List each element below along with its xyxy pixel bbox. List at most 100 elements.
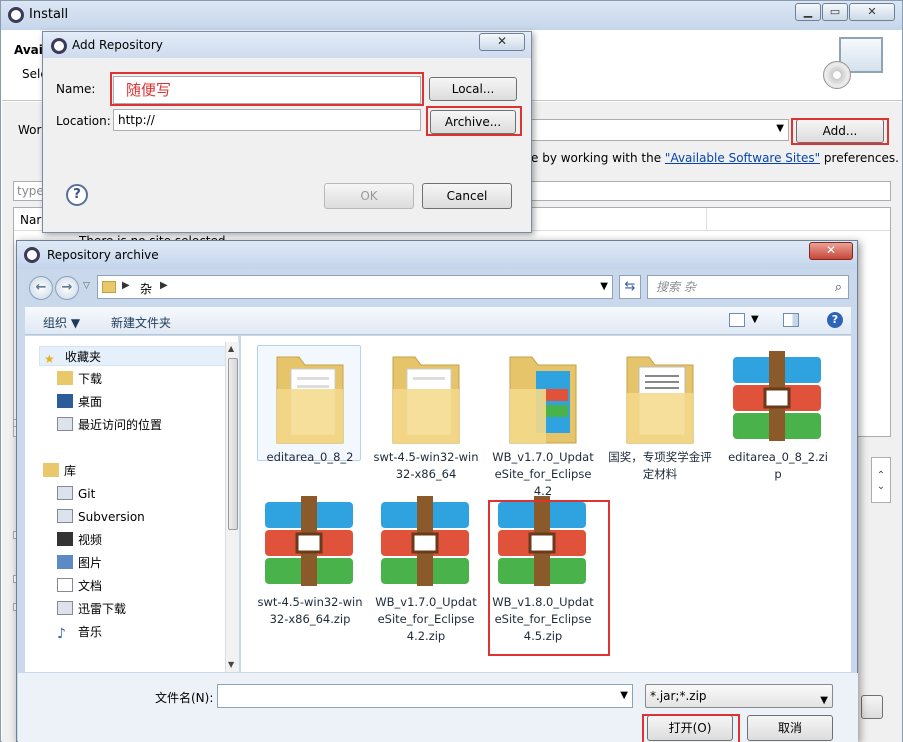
- file-item[interactable]: WB_v1.7.0_UpdateSite_for_Eclipse4.2.zip: [373, 490, 479, 643]
- search-placeholder: 搜索 杂: [656, 280, 696, 294]
- add-repository-titlebar: Add Repository ✕: [43, 32, 531, 58]
- documents-icon: [57, 578, 73, 592]
- nav-item-videos[interactable]: 视频: [57, 530, 102, 550]
- location-label: Location:: [56, 114, 111, 128]
- chevron-down-icon: ▼: [776, 123, 784, 134]
- file-label: WB_v1.7.0_UpdateSite_for_Eclipse4.2.zip: [375, 595, 477, 643]
- recent-places-icon: [57, 417, 73, 431]
- view-options-icon[interactable]: [729, 313, 745, 327]
- chevron-down-icon[interactable]: ▼: [600, 281, 608, 292]
- archive-titlebar: Repository archive ✕: [17, 241, 857, 269]
- nav-label: 视频: [78, 533, 103, 547]
- nav-label: 下载: [78, 372, 103, 386]
- nav-item-pictures[interactable]: 图片: [57, 553, 102, 573]
- file-label: 国奖，专项奖学金评定材料: [608, 450, 712, 481]
- search-input[interactable]: 搜索 杂 ⌕: [647, 275, 849, 299]
- sites-hint-prefix: e by working with the: [531, 151, 665, 165]
- nav-item-documents[interactable]: 文档: [57, 576, 102, 596]
- nav-scrollbar[interactable]: ▲ ▼: [225, 342, 239, 672]
- sites-hint: e by working with the "Available Softwar…: [531, 151, 899, 165]
- nav-label: 最近访问的位置: [78, 418, 163, 432]
- ok-button[interactable]: OK: [324, 183, 414, 209]
- forward-button[interactable]: →: [55, 276, 79, 300]
- back-button[interactable]: ←: [29, 276, 53, 300]
- filename-label: 文件名(N):: [155, 691, 214, 705]
- nav-favorites[interactable]: ★ 收藏夹: [39, 346, 231, 366]
- chevron-right-icon[interactable]: ▶: [122, 280, 130, 291]
- install-titlebar: Install ▁ ▭ ✕: [1, 1, 902, 30]
- cancel-button[interactable]: 取消: [747, 715, 833, 741]
- nav-item-recent[interactable]: 最近访问的位置: [57, 415, 162, 435]
- nav-item-downloads[interactable]: 下载: [57, 369, 102, 389]
- chevron-right-icon[interactable]: ▶: [160, 280, 168, 291]
- nav-item-desktop[interactable]: 桌面: [57, 392, 102, 412]
- highlight-box: [642, 714, 740, 742]
- nav-label: 音乐: [78, 625, 103, 639]
- scrollbar-thumb[interactable]: [228, 358, 238, 530]
- file-item[interactable]: swt-4.5-win32-win32-x86_64.zip: [257, 490, 363, 626]
- library-folder-icon: [57, 509, 73, 523]
- location-field[interactable]: http://: [113, 109, 421, 131]
- work-with-label: Wor: [18, 123, 42, 137]
- music-icon: ♪: [57, 626, 66, 642]
- help-icon[interactable]: ?: [827, 312, 843, 328]
- file-item[interactable]: WB_v1.7.0_UpdateSite_for_Eclipse4.2: [490, 345, 596, 498]
- nav-item-subversion[interactable]: Subversion: [57, 507, 145, 527]
- command-bar: 组织 ▼ 新建文件夹 ▼ ?: [25, 307, 851, 335]
- install-title: Install: [29, 7, 69, 22]
- highlight-box: [426, 106, 522, 136]
- file-type-filter[interactable]: *.jar;*.zip ▼: [645, 684, 833, 708]
- highlight-box: [488, 500, 610, 656]
- nav-item-music[interactable]: ♪ 音乐: [57, 622, 102, 642]
- archive-icon: [265, 496, 353, 586]
- eclipse-icon: [8, 7, 24, 23]
- repository-archive-dialog: Repository archive ✕ ← → ▽ ▶ 杂 ▶ ▼ ⇆ 搜索 …: [16, 240, 858, 742]
- archive-icon: [381, 496, 469, 586]
- help-icon[interactable]: ?: [66, 184, 88, 206]
- wizard-button[interactable]: [861, 695, 883, 719]
- file-label: swt-4.5-win32-win32-x86_64.zip: [257, 595, 363, 626]
- close-button[interactable]: ✕: [479, 33, 525, 51]
- organize-menu[interactable]: 组织 ▼: [43, 314, 80, 331]
- add-repository-dialog: Add Repository ✕ Name: 随便写 Local... Loca…: [42, 31, 532, 233]
- nav-item-git[interactable]: Git: [57, 484, 95, 504]
- refresh-icon[interactable]: ⇆: [619, 275, 641, 299]
- folder-icon: [276, 356, 344, 444]
- name-label: Name:: [56, 82, 96, 96]
- nav-library[interactable]: 库: [43, 461, 76, 481]
- available-sites-link[interactable]: "Available Software Sites": [665, 151, 820, 165]
- nav-item-thunder-downloads[interactable]: 迅雷下载: [57, 599, 126, 619]
- file-item[interactable]: 国奖，专项奖学金评定材料: [607, 345, 713, 481]
- close-button[interactable]: ✕: [809, 242, 853, 260]
- folder-icon: [392, 356, 460, 444]
- highlight-box: [791, 118, 889, 145]
- scroll-up-icon[interactable]: ▲: [228, 344, 234, 353]
- maximize-button[interactable]: ▭: [822, 3, 848, 21]
- history-dropdown-icon[interactable]: ▽: [83, 281, 90, 291]
- install-banner-icon: [823, 37, 885, 91]
- new-folder-button[interactable]: 新建文件夹: [111, 314, 171, 331]
- search-icon: ⌕: [834, 280, 842, 295]
- star-icon: ★: [44, 352, 55, 366]
- folder-icon: [102, 281, 116, 293]
- eclipse-icon: [51, 38, 67, 54]
- address-bar[interactable]: ▶ 杂 ▶ ▼: [97, 275, 613, 299]
- desktop-icon: [57, 394, 73, 408]
- nav-label: 迅雷下载: [78, 602, 127, 616]
- file-item[interactable]: editarea_0_8_2.zip: [725, 345, 831, 481]
- cancel-button[interactable]: Cancel: [422, 183, 512, 209]
- close-button[interactable]: ✕: [849, 3, 895, 21]
- scroll-down-icon[interactable]: ▼: [228, 660, 234, 669]
- file-item[interactable]: swt-4.5-win32-win32-x86_64: [373, 345, 479, 481]
- breadcrumb[interactable]: 杂: [140, 280, 152, 297]
- local-button[interactable]: Local...: [429, 77, 517, 101]
- scroll-spinner[interactable]: ⌃ ⌄: [871, 457, 891, 503]
- minimize-button[interactable]: ▁: [795, 3, 821, 21]
- file-label: editarea_0_8_2.zip: [728, 450, 828, 481]
- chevron-down-icon[interactable]: ▼: [751, 314, 759, 325]
- preview-pane-icon[interactable]: [783, 313, 799, 327]
- filename-input[interactable]: ▼: [217, 684, 633, 708]
- file-item[interactable]: editarea_0_8_2: [257, 345, 363, 464]
- nav-label: 库: [64, 464, 77, 478]
- chevron-down-icon[interactable]: ▼: [620, 690, 628, 701]
